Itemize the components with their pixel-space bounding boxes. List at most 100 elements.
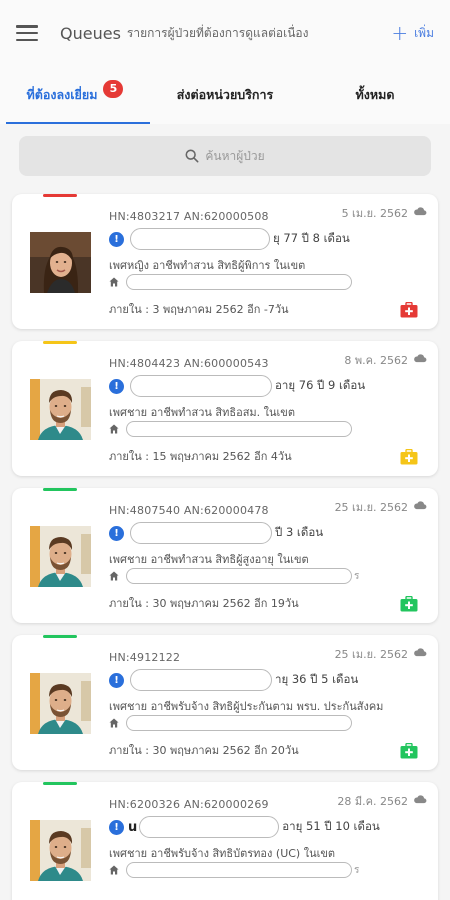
medical-kit-icon bbox=[400, 743, 418, 759]
patient-card[interactable]: HN:4804423 AN:600000543 8 พ.ค. 2562 ! อา… bbox=[12, 341, 438, 476]
address-suffix: ร bbox=[354, 570, 360, 582]
cloud-icon bbox=[414, 207, 427, 216]
info-icon: ! bbox=[109, 378, 124, 394]
home-icon bbox=[109, 571, 119, 581]
patient-card[interactable]: HN:4803217 AN:620000508 5 เม.ย. 2562 ! ย… bbox=[12, 194, 438, 329]
add-button-label: เพิ่ม bbox=[414, 25, 434, 40]
home-icon bbox=[109, 277, 119, 287]
patient-description: เพศชาย อาชีพทำสวน สิทธิอสม. ในเขต bbox=[109, 406, 295, 419]
status-indicator bbox=[43, 635, 77, 638]
redacted-name bbox=[139, 816, 280, 838]
info-icon: ! bbox=[109, 525, 124, 541]
page-title: Queues bbox=[60, 23, 121, 43]
tab-bar: ที่ต้องลงเยี่ยม 5 ส่งต่อหน่วยบริการ ทั้ง… bbox=[0, 66, 450, 124]
app-header: Queues รายการผู้ป่วยที่ต้องการดูแลต่อเนื… bbox=[0, 0, 450, 66]
male-avatar-photo bbox=[30, 526, 91, 587]
search-section: ค้นหาผู้ป่วย bbox=[0, 124, 450, 194]
info-icon: ! bbox=[109, 819, 124, 835]
visit-date: 28 มี.ค. 2562 bbox=[337, 795, 408, 808]
patient-card[interactable]: HN:6200326 AN:620000269 28 มี.ค. 2562 ! … bbox=[12, 782, 438, 900]
avatar bbox=[30, 526, 91, 587]
visit-date: 25 เม.ย. 2562 bbox=[334, 648, 408, 661]
tab-to-visit-label: ที่ต้องลงเยี่ยม bbox=[26, 87, 98, 102]
cloud-icon bbox=[414, 795, 427, 804]
patient-age: ายุ 36 ปี 5 เดือน bbox=[275, 672, 359, 686]
search-input[interactable]: ค้นหาผู้ป่วย bbox=[19, 136, 431, 176]
patient-name-row: ! ยุ 77 ปี 8 เดือน bbox=[109, 228, 350, 250]
address-row bbox=[109, 715, 354, 731]
tab-all[interactable]: ทั้งหมด bbox=[300, 66, 450, 124]
status-indicator bbox=[43, 782, 77, 785]
cloud-icon bbox=[414, 648, 427, 657]
tab-referral-label: ส่งต่อหน่วยบริการ bbox=[176, 87, 274, 102]
search-icon bbox=[185, 149, 199, 163]
redacted-address bbox=[126, 421, 352, 437]
due-date: ภายใน : 3 พฤษภาคม 2562 อีก -7วัน bbox=[109, 303, 289, 316]
patient-card[interactable]: HN:4912122 25 เม.ย. 2562 ! ายุ 36 ปี 5 เ… bbox=[12, 635, 438, 770]
name-prefix: u bbox=[128, 819, 138, 835]
visit-date: 25 เม.ย. 2562 bbox=[334, 501, 408, 514]
patient-description: เพศหญิง อาชีพทำสวน สิทธิผู้พิการ ในเขต bbox=[109, 259, 306, 272]
address-suffix: ร bbox=[354, 864, 360, 876]
avatar bbox=[30, 232, 91, 293]
hamburger-menu-icon[interactable] bbox=[16, 25, 38, 41]
info-icon: ! bbox=[109, 672, 124, 688]
avatar bbox=[30, 673, 91, 734]
avatar bbox=[30, 379, 91, 440]
patient-name-row: ! ปี 3 เดือน bbox=[109, 522, 323, 544]
plus-icon: + bbox=[391, 21, 409, 45]
male-avatar-photo bbox=[30, 673, 91, 734]
patient-list: HN:4803217 AN:620000508 5 เม.ย. 2562 ! ย… bbox=[0, 194, 450, 900]
redacted-address bbox=[126, 715, 352, 731]
hn-an-number: HN:4807540 AN:620000478 bbox=[109, 504, 269, 517]
cloud-icon bbox=[414, 501, 427, 510]
patient-name-row: ! u อายุ 51 ปี 10 เดือน bbox=[109, 816, 380, 838]
address-row: ร bbox=[109, 862, 359, 878]
medical-kit-icon bbox=[400, 302, 418, 318]
patient-card[interactable]: HN:4807540 AN:620000478 25 เม.ย. 2562 ! … bbox=[12, 488, 438, 623]
redacted-address bbox=[126, 568, 352, 584]
hn-an-number: HN:6200326 AN:620000269 bbox=[109, 798, 269, 811]
hn-an-number: HN:4803217 AN:620000508 bbox=[109, 210, 269, 223]
patient-age: ยุ 77 ปี 8 เดือน bbox=[273, 231, 350, 245]
patient-name-row: ! ายุ 36 ปี 5 เดือน bbox=[109, 669, 358, 691]
status-indicator bbox=[43, 341, 77, 344]
visit-date: 5 เม.ย. 2562 bbox=[341, 207, 408, 220]
visit-date: 8 พ.ค. 2562 bbox=[344, 354, 408, 367]
patient-name-row: ! อายุ 76 ปี 9 เดือน bbox=[109, 375, 365, 397]
count-badge: 5 bbox=[103, 80, 124, 98]
patient-age: ปี 3 เดือน bbox=[275, 525, 324, 539]
avatar bbox=[30, 820, 91, 881]
redacted-name bbox=[130, 228, 270, 250]
medical-kit-icon bbox=[400, 596, 418, 612]
info-icon: ! bbox=[109, 231, 124, 247]
redacted-name bbox=[130, 669, 272, 691]
hn-an-number: HN:4912122 bbox=[109, 651, 181, 664]
medical-kit-icon bbox=[400, 449, 418, 465]
redacted-address bbox=[126, 862, 352, 878]
redacted-name bbox=[130, 375, 272, 397]
address-row: ร bbox=[109, 568, 359, 584]
patient-description: เพศชาย อาชีพรับจ้าง สิทธิบัตรทอง (UC) ใน… bbox=[109, 847, 336, 860]
due-date: ภายใน : 15 พฤษภาคม 2562 อีก 4วัน bbox=[109, 450, 292, 463]
search-placeholder: ค้นหาผู้ป่วย bbox=[205, 148, 265, 163]
status-indicator bbox=[43, 488, 77, 491]
patient-age: อายุ 76 ปี 9 เดือน bbox=[275, 378, 366, 392]
home-icon bbox=[109, 424, 119, 434]
patient-description: เพศชาย อาชีพทำสวน สิทธิผู้สูงอายุ ในเขต bbox=[109, 553, 309, 566]
status-indicator bbox=[43, 194, 77, 197]
hn-an-number: HN:4804423 AN:600000543 bbox=[109, 357, 269, 370]
tab-all-label: ทั้งหมด bbox=[355, 87, 395, 102]
female-avatar-photo bbox=[30, 232, 91, 293]
male-avatar-photo bbox=[30, 379, 91, 440]
app-root: Queues รายการผู้ป่วยที่ต้องการดูแลต่อเนื… bbox=[0, 0, 450, 900]
tab-referral[interactable]: ส่งต่อหน่วยบริการ bbox=[150, 66, 300, 124]
page-subtitle: รายการผู้ป่วยที่ต้องการดูแลต่อเนื่อง bbox=[126, 25, 309, 40]
redacted-address bbox=[126, 274, 352, 290]
home-icon bbox=[109, 718, 119, 728]
tab-to-visit[interactable]: ที่ต้องลงเยี่ยม 5 bbox=[0, 66, 150, 124]
patient-description: เพศชาย อาชีพรับจ้าง สิทธิผู้ประกันตาม พร… bbox=[109, 700, 384, 713]
cloud-icon bbox=[414, 354, 427, 363]
home-icon bbox=[109, 865, 119, 875]
add-button[interactable]: + เพิ่ม bbox=[391, 23, 434, 43]
